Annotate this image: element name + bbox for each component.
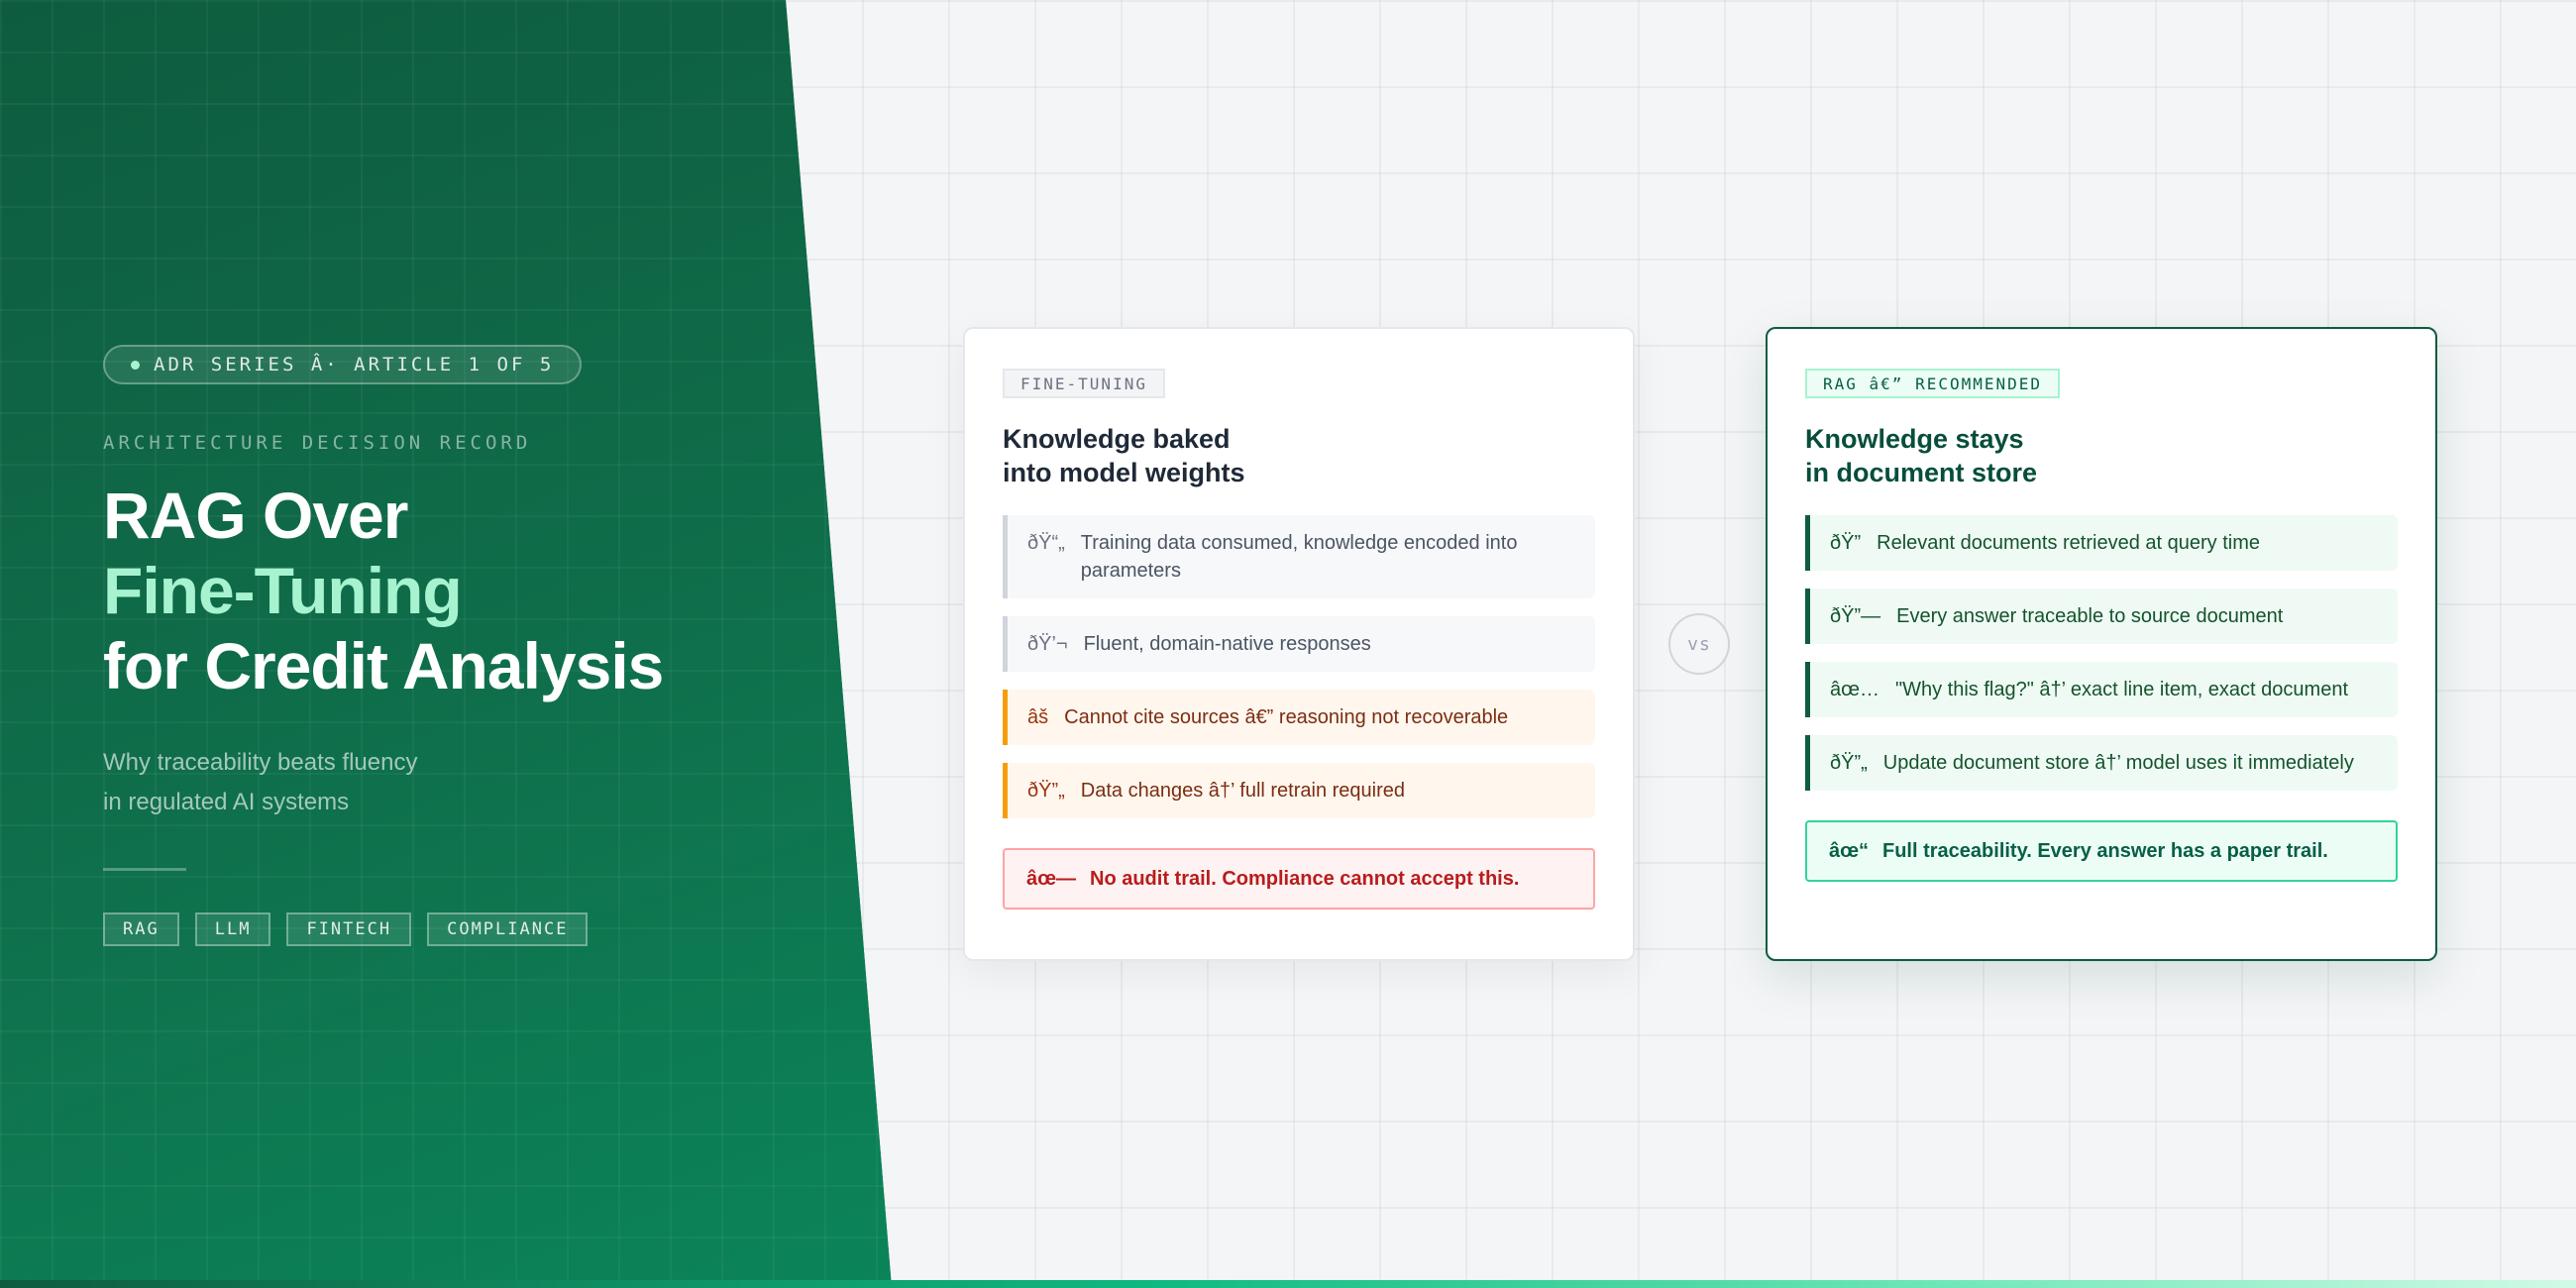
item-text: Fluent, domain-native responses xyxy=(1083,633,1371,655)
item-text: "Why this flag?" â†’ exact line item, ex… xyxy=(1895,679,2349,700)
tag-fintech: FINTECH xyxy=(286,912,412,946)
rag-title: Knowledge stays in document store xyxy=(1805,422,2398,489)
audit-alert: âœ— No audit trail. Compliance cannot ac… xyxy=(1003,848,1595,910)
item-text: Every answer traceable to source documen… xyxy=(1896,605,2284,627)
title-line-2: Fine-Tuning xyxy=(103,554,463,627)
eyebrow-label: ARCHITECTURE DECISION RECORD xyxy=(103,432,532,454)
item-text: Update document store â†’ model uses it … xyxy=(1882,752,2354,774)
document-icon: ðŸ“„ xyxy=(1027,532,1065,554)
speech-bubble-icon: ðŸ’¬ xyxy=(1027,633,1068,655)
list-item: ðŸ”— Every answer traceable to source do… xyxy=(1805,589,2398,644)
series-badge: ADR SERIES Â· ARTICLE 1 OF 5 xyxy=(103,345,583,384)
fine-tuning-title-line-2: into model weights xyxy=(1003,458,1245,487)
fine-tuning-title-line-1: Knowledge baked xyxy=(1003,424,1231,454)
list-item: ðŸ”„ Data changes â†’ full retrain requi… xyxy=(1003,763,1595,818)
list-item: ðŸ’¬ Fluent, domain-native responses xyxy=(1003,616,1595,672)
link-icon: ðŸ”— xyxy=(1830,605,1881,627)
list-item: ðŸ”„ Update document store â†’ model use… xyxy=(1805,735,2398,791)
traceability-callout: âœ“ Full traceability. Every answer has … xyxy=(1805,820,2398,882)
audit-alert-text: No audit trail. Compliance cannot accept… xyxy=(1090,867,1520,890)
list-item: ðŸ” Relevant documents retrieved at quer… xyxy=(1805,515,2398,571)
rag-title-line-1: Knowledge stays xyxy=(1805,424,2024,454)
subtitle-line-2: in regulated AI systems xyxy=(103,789,350,815)
dot-icon xyxy=(131,360,140,370)
page-title: RAG Over Fine-Tuning for Credit Analysis xyxy=(103,478,816,703)
check-box-icon: âœ… xyxy=(1830,679,1879,700)
hero-content: ADR SERIES Â· ARTICLE 1 OF 5 ARCHITECTUR… xyxy=(103,345,816,946)
list-item: âœ… "Why this flag?" â†’ exact line item… xyxy=(1805,662,2398,717)
refresh-icon: ðŸ”„ xyxy=(1830,752,1868,774)
rag-item-list: ðŸ” Relevant documents retrieved at quer… xyxy=(1805,515,2398,791)
list-item: ðŸ“„ Training data consumed, knowledge e… xyxy=(1003,515,1595,598)
rag-badge: RAG â€” RECOMMENDED xyxy=(1805,369,2061,398)
series-label: ADR SERIES Â· ARTICLE 1 OF 5 xyxy=(154,354,555,376)
cross-icon: âœ— xyxy=(1026,867,1076,890)
divider xyxy=(103,868,186,871)
tag-rag: RAG xyxy=(103,912,179,946)
check-icon: âœ“ xyxy=(1829,839,1869,862)
subtitle: Why traceability beats fluency in regula… xyxy=(103,743,816,822)
item-text: Data changes â†’ full retrain required xyxy=(1080,780,1406,802)
fine-tuning-card: FINE-TUNING Knowledge baked into model w… xyxy=(963,327,1635,961)
tag-llm: LLM xyxy=(194,912,271,946)
search-icon: ðŸ” xyxy=(1830,532,1862,554)
fine-tuning-badge: FINE-TUNING xyxy=(1003,369,1165,398)
title-line-1: RAG Over xyxy=(103,479,408,552)
item-text: Training data consumed, knowledge encode… xyxy=(1080,532,1518,582)
warning-icon: âš xyxy=(1027,706,1049,728)
bottom-accent-bar xyxy=(0,1280,2576,1288)
refresh-icon: ðŸ”„ xyxy=(1027,780,1065,802)
traceability-text: Full traceability. Every answer has a pa… xyxy=(1882,839,2328,862)
vs-badge: vs xyxy=(1668,613,1730,675)
item-text: Relevant documents retrieved at query ti… xyxy=(1877,532,2260,554)
fine-tuning-item-list: ðŸ“„ Training data consumed, knowledge e… xyxy=(1003,515,1595,818)
rag-title-line-2: in document store xyxy=(1805,458,2038,487)
tag-list: RAG LLM FINTECH COMPLIANCE xyxy=(103,912,816,946)
fine-tuning-title: Knowledge baked into model weights xyxy=(1003,422,1595,489)
title-line-3: for Credit Analysis xyxy=(103,629,664,702)
tag-compliance: COMPLIANCE xyxy=(427,912,589,946)
subtitle-line-1: Why traceability beats fluency xyxy=(103,749,418,776)
list-item: âš Cannot cite sources â€” reasoning not… xyxy=(1003,690,1595,745)
rag-card: RAG â€” RECOMMENDED Knowledge stays in d… xyxy=(1766,327,2437,961)
item-text: Cannot cite sources â€” reasoning not re… xyxy=(1064,706,1509,728)
